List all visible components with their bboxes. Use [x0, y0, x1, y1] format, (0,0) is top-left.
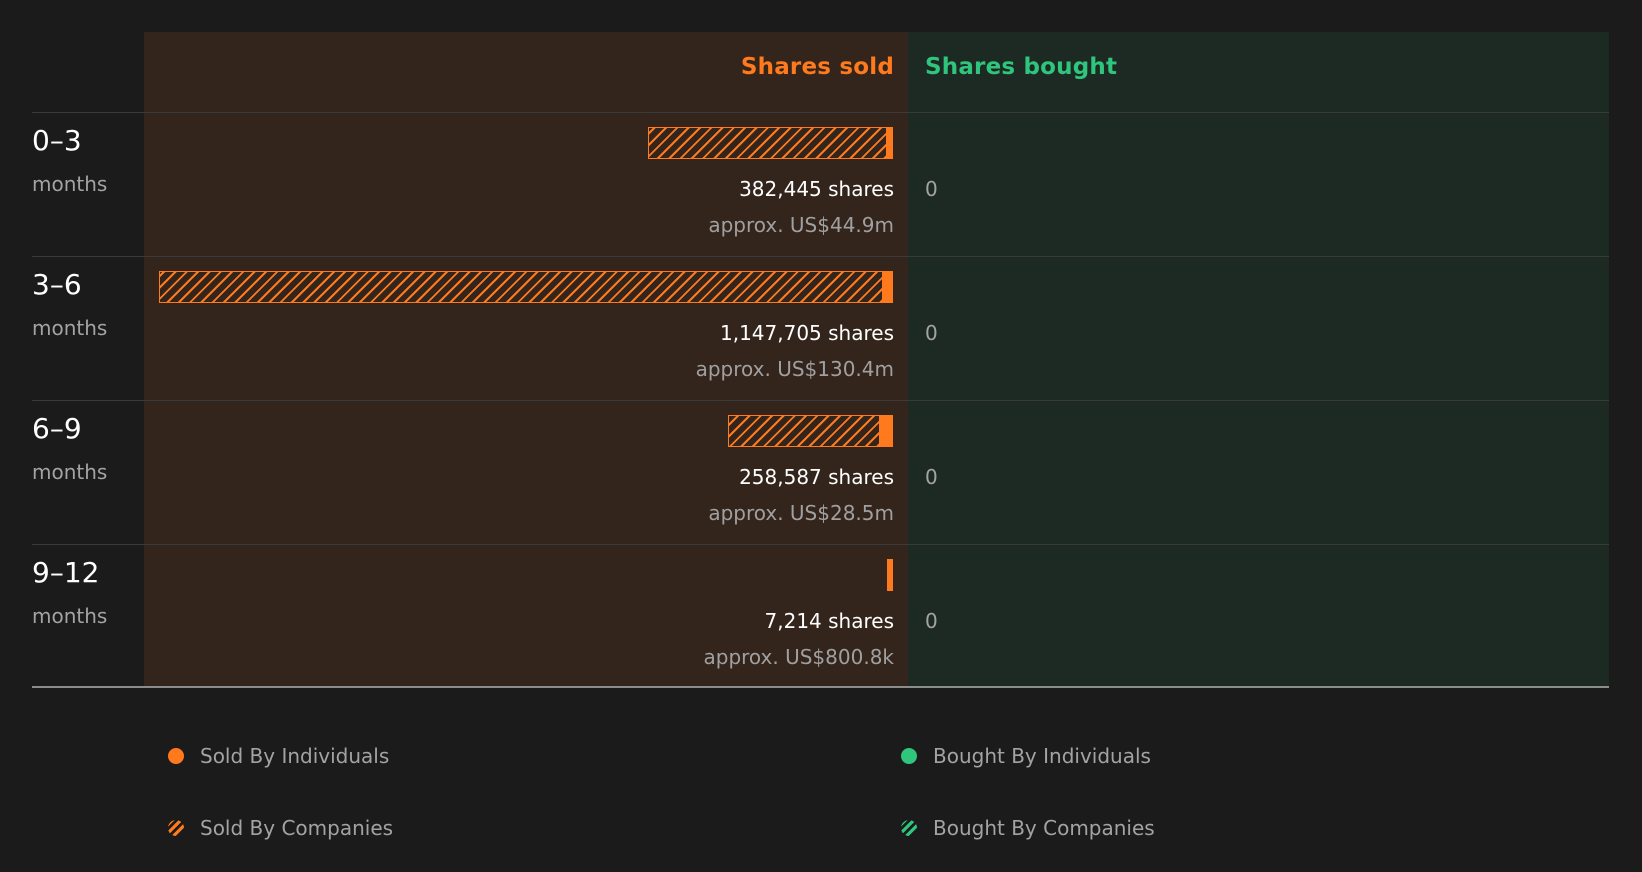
period-range: 0–3	[32, 124, 82, 157]
legend-sold-individuals: Sold By Individuals	[168, 744, 389, 768]
period-range: 3–6	[32, 268, 82, 301]
period-unit: months	[32, 316, 108, 340]
period-range: 6–9	[32, 412, 82, 445]
period-unit: months	[32, 172, 108, 196]
divider	[32, 400, 1609, 401]
legend-swatch	[168, 748, 184, 764]
legend-swatch	[901, 820, 917, 836]
bought-value: 0	[925, 609, 938, 633]
bought-value: 0	[925, 465, 938, 489]
legend-label: Sold By Individuals	[200, 744, 390, 768]
sold-value-label: approx. US$28.5m	[708, 501, 894, 525]
legend-bought-companies: Bought By Companies	[901, 816, 1155, 840]
divider	[32, 112, 1609, 113]
period-unit: months	[32, 604, 108, 628]
shares-bought-panel	[908, 32, 1609, 688]
sold-by-individuals-bar	[887, 127, 893, 159]
bought-value: 0	[925, 321, 938, 345]
sold-shares-label: 1,147,705 shares	[719, 321, 894, 345]
legend-label: Bought By Companies	[933, 816, 1155, 840]
legend-swatch	[901, 748, 917, 764]
legend-label: Sold By Companies	[200, 816, 394, 840]
divider	[32, 256, 1609, 257]
period-range: 9–12	[32, 556, 100, 589]
sold-value-label: approx. US$130.4m	[695, 357, 894, 381]
legend-sold-companies: Sold By Companies	[168, 816, 393, 840]
sold-shares-label: 382,445 shares	[739, 177, 894, 201]
legend-label: Bought By Individuals	[933, 744, 1151, 768]
divider	[32, 544, 1609, 545]
shares-bought-header: Shares bought	[925, 54, 1118, 80]
sold-by-companies-bar	[159, 271, 884, 303]
sold-by-individuals-bar	[883, 271, 893, 303]
period-unit: months	[32, 460, 108, 484]
chart-baseline	[32, 686, 1609, 688]
legend-bought-individuals: Bought By Individuals	[901, 744, 1151, 768]
sold-by-individuals-bar	[887, 559, 893, 591]
shares-sold-header: Shares sold	[740, 54, 894, 80]
sold-value-label: approx. US$800.8k	[703, 645, 895, 669]
sold-shares-label: 7,214 shares	[764, 609, 894, 633]
sold-value-label: approx. US$44.9m	[708, 213, 894, 237]
sold-by-companies-bar	[727, 415, 880, 447]
sold-by-individuals-bar	[879, 415, 893, 447]
legend-swatch	[168, 820, 184, 836]
sold-by-companies-bar	[648, 127, 887, 159]
bought-value: 0	[925, 177, 938, 201]
sold-shares-label: 258,587 shares	[739, 465, 894, 489]
